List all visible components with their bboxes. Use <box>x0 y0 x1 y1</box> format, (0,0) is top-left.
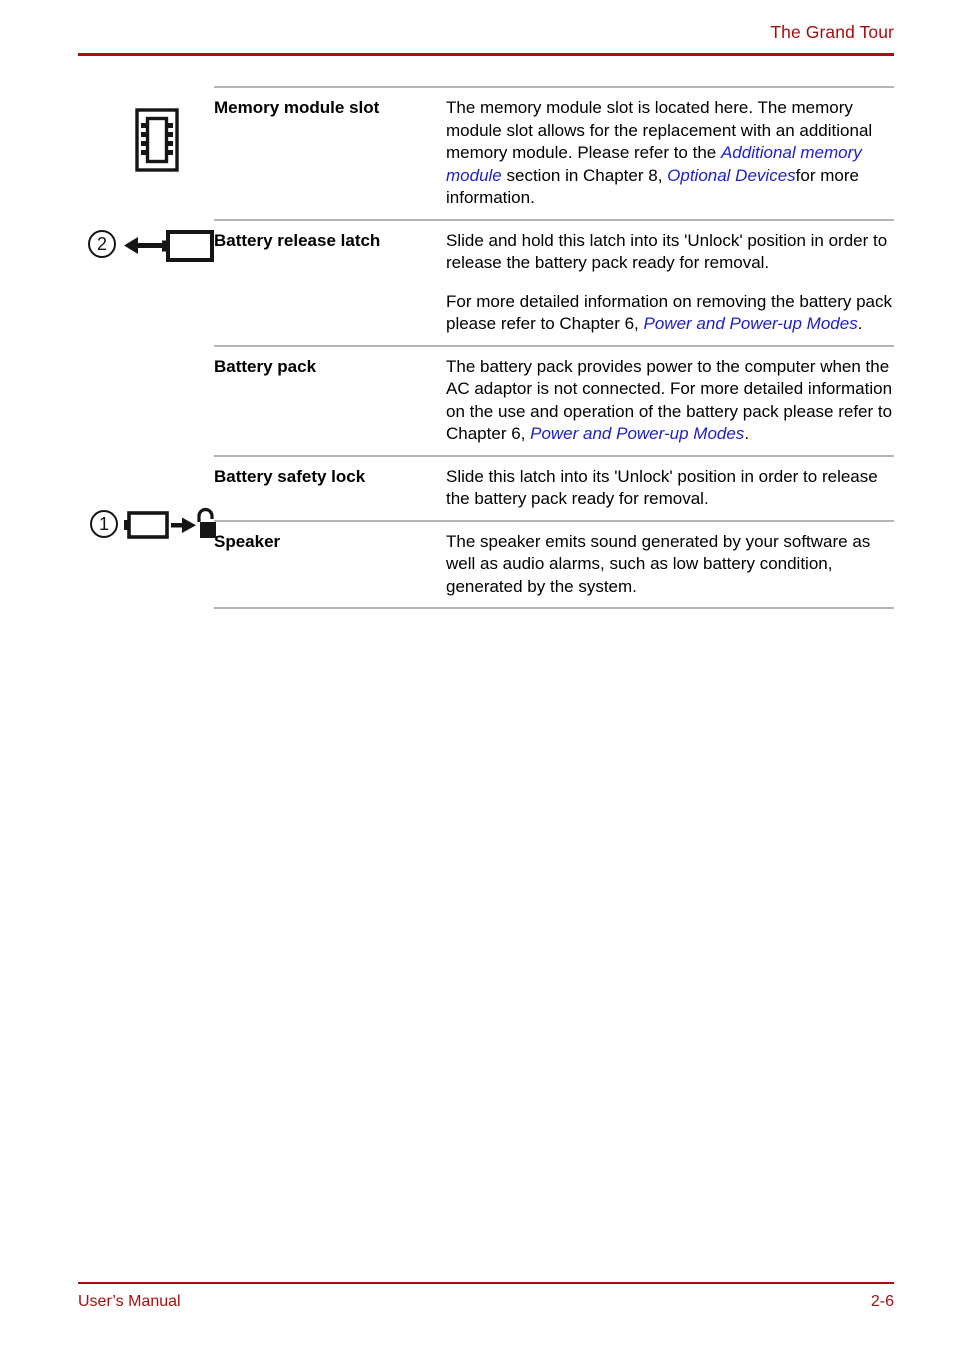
paragraph: Slide this latch into its 'Unlock' posit… <box>446 466 894 511</box>
table-row-label: Battery release latch <box>214 230 381 250</box>
left-arrow-icon <box>124 237 162 254</box>
cross-reference-link[interactable]: Optional Devices <box>667 166 796 185</box>
table-row-description: Slide this latch into its 'Unlock' posit… <box>446 466 894 511</box>
paragraph: The battery pack provides power to the c… <box>446 356 894 446</box>
text-run: Slide this latch into its 'Unlock' posit… <box>446 466 878 509</box>
table-row: Battery release latch Slide and hold thi… <box>214 221 894 345</box>
table-row-description: The battery pack provides power to the c… <box>446 356 894 446</box>
table-row-label: Speaker <box>214 531 281 551</box>
page-header-title: The Grand Tour <box>770 22 894 42</box>
footer-page-number: 2-6 <box>870 1293 894 1310</box>
text-run: . <box>744 424 750 443</box>
cross-reference-link[interactable]: Power and Power-up Modes <box>644 314 858 333</box>
callout-number-2: 2 <box>88 230 116 258</box>
table-row-description: The memory module slot is located here. … <box>446 97 894 210</box>
paragraph: The memory module slot is located here. … <box>446 97 894 210</box>
footer-manual-label: User’s Manual <box>78 1293 181 1310</box>
table-row: Speaker The speaker emits sound generate… <box>214 522 894 608</box>
table-row: Battery safety lock Slide this latch int… <box>214 457 894 520</box>
text-run: . <box>857 314 863 333</box>
table-row-label: Battery pack <box>214 356 317 376</box>
paragraph: Slide and hold this latch into its 'Unlo… <box>446 230 894 275</box>
table-row-label: Battery safety lock <box>214 466 366 486</box>
paragraph: For more detailed information on removin… <box>446 291 894 336</box>
right-arrow-icon <box>171 517 196 533</box>
text-run: section in Chapter 8, <box>501 165 668 185</box>
battery-safety-lock-icon: 1 <box>90 506 218 546</box>
memory-module-icon <box>135 108 179 172</box>
table-divider <box>214 607 894 609</box>
table-row: Memory module slot The memory module slo… <box>214 88 894 219</box>
table-row-description: The speaker emits sound generated by you… <box>446 531 894 599</box>
page-footer: User’s Manual 2-6 <box>78 1282 894 1322</box>
specifications-table: Memory module slot The memory module slo… <box>214 86 894 609</box>
callout-number-1: 1 <box>90 510 118 538</box>
table-row-description: Slide and hold this latch into its 'Unlo… <box>446 230 894 336</box>
header-divider <box>78 53 894 56</box>
battery-release-latch-icon: 2 <box>88 226 218 268</box>
text-run: The speaker emits sound generated by you… <box>446 531 871 596</box>
text-run: Slide and hold this latch into its 'Unlo… <box>446 230 888 273</box>
paragraph: The speaker emits sound generated by you… <box>446 531 894 599</box>
page-header: The Grand Tour <box>78 22 894 56</box>
manual-page: The Grand Tour 2 1 Memory module slot Th… <box>0 0 954 1352</box>
table-row-label: Memory module slot <box>214 98 380 117</box>
table-row: Battery pack The battery pack provides p… <box>214 347 894 455</box>
cross-reference-link[interactable]: Power and Power-up Modes <box>530 424 744 443</box>
footer-divider <box>78 1282 894 1284</box>
